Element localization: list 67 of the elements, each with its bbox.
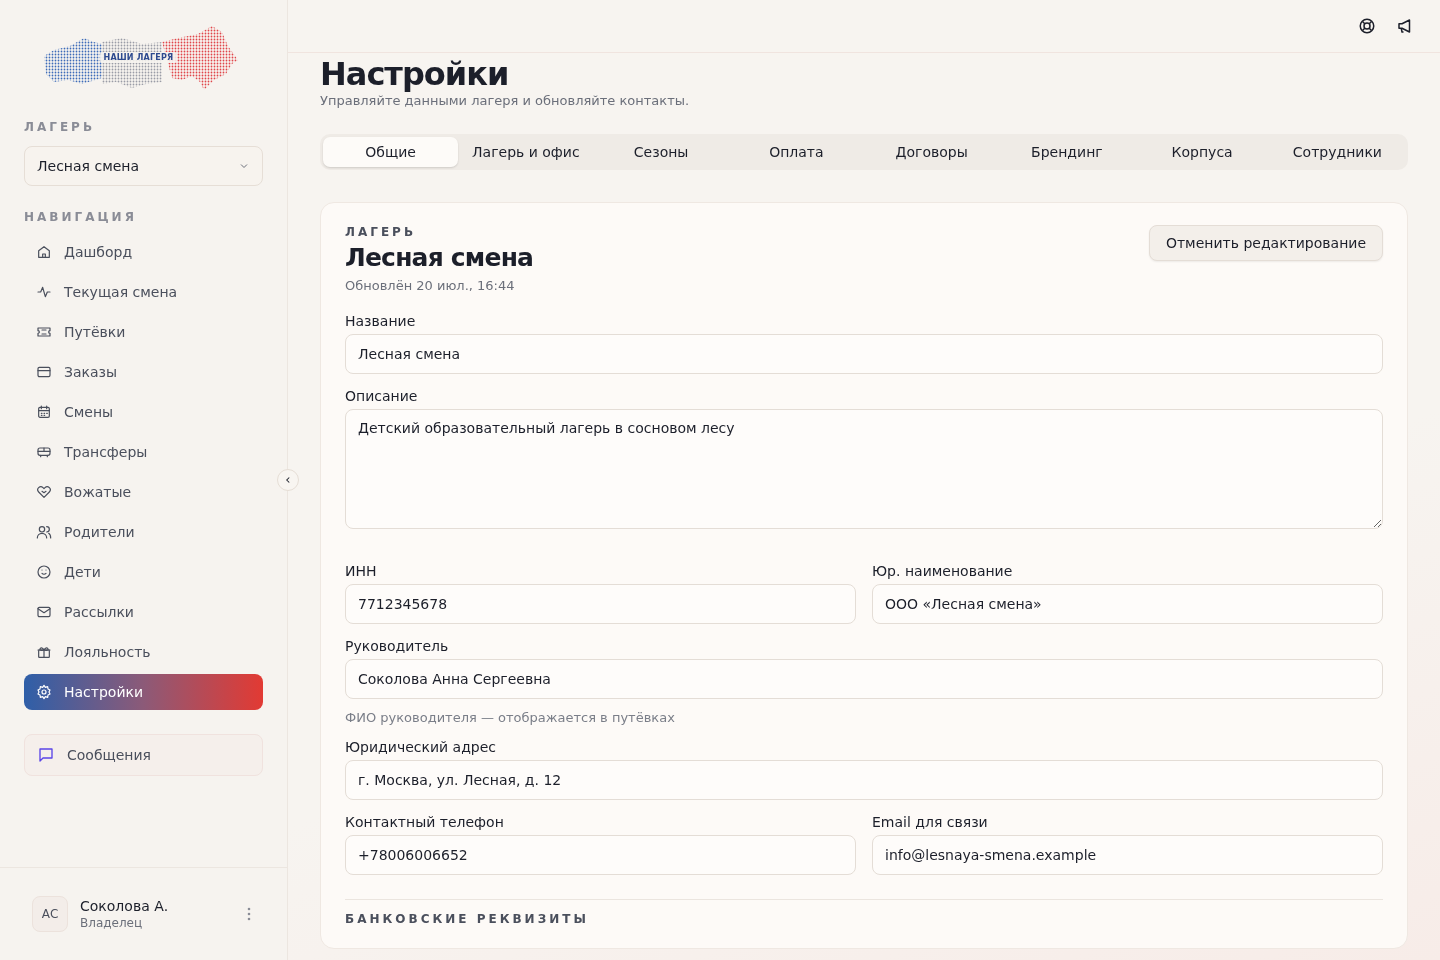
nav-item[interactable]: Вожатые bbox=[24, 474, 263, 510]
tab[interactable]: Общие bbox=[323, 137, 459, 167]
logo-text: НАШИ ЛАГЕРЯ bbox=[99, 52, 178, 63]
messages-button[interactable]: Сообщения bbox=[24, 734, 263, 776]
nav-item[interactable]: Лояльность bbox=[24, 634, 263, 670]
chat-icon bbox=[37, 746, 55, 764]
textarea-field[interactable]: Детский образовательный лагерь в сосновом лесу bbox=[345, 409, 1383, 529]
field-label: Руководитель bbox=[345, 638, 450, 654]
heart-icon bbox=[36, 484, 52, 500]
tab[interactable]: Брендинг bbox=[999, 137, 1135, 167]
page-subtitle: Управляйте данными лагеря и обновляйте контакты. bbox=[320, 93, 691, 108]
card-eyebrow: ЛАГЕРЬ bbox=[345, 225, 418, 239]
nav-item[interactable]: Трансферы bbox=[24, 434, 263, 470]
field-label: Email для связи bbox=[872, 814, 989, 830]
nav-item[interactable]: Заказы bbox=[24, 354, 263, 390]
input-field[interactable]: г. Москва, ул. Лесная, д. 12 bbox=[345, 760, 1383, 800]
tab[interactable]: Оплата bbox=[728, 137, 864, 167]
home-icon bbox=[36, 244, 52, 260]
bus-icon bbox=[36, 444, 52, 460]
section-heading: БАНКОВСКИЕ РЕКВИЗИТЫ bbox=[345, 912, 590, 926]
input-field[interactable]: info@lesnaya-smena.example bbox=[872, 835, 1383, 875]
nav-item[interactable]: Рассылки bbox=[24, 594, 263, 630]
tab[interactable]: Лагерь и офис bbox=[458, 137, 594, 167]
nav-item[interactable]: Настройки bbox=[24, 674, 263, 710]
people-icon bbox=[36, 524, 52, 540]
gift-icon bbox=[36, 644, 52, 660]
section-label: ЛАГЕРЬ bbox=[24, 120, 97, 134]
help-icon[interactable] bbox=[1358, 17, 1376, 35]
ticket-icon bbox=[36, 324, 52, 340]
tab[interactable]: Сотрудники bbox=[1269, 137, 1405, 167]
input-field[interactable]: Соколова Анна Сергеевна bbox=[345, 659, 1383, 699]
user-role: Владелец bbox=[80, 916, 144, 930]
field-label: Юр. наименование bbox=[872, 563, 1014, 579]
field-hint: ФИО руководителя — отображается в путёвках bbox=[345, 710, 676, 725]
nav-item[interactable]: Дашборд bbox=[24, 234, 263, 270]
nav-item[interactable]: Родители bbox=[24, 514, 263, 550]
tab[interactable]: Сезоны bbox=[593, 137, 729, 167]
card-icon bbox=[36, 364, 52, 380]
input-field[interactable]: 7712345678 bbox=[345, 584, 856, 624]
smile-icon bbox=[36, 564, 52, 580]
nav-item[interactable]: Смены bbox=[24, 394, 263, 430]
section-label: НАВИГАЦИЯ bbox=[24, 210, 138, 224]
page-title: Настройки bbox=[320, 55, 510, 93]
field-label: Название bbox=[345, 313, 417, 329]
nav-item[interactable]: Путёвки bbox=[24, 314, 263, 350]
camp-select[interactable]: Лесная смена bbox=[24, 146, 263, 186]
input-field[interactable]: +78006006652 bbox=[345, 835, 856, 875]
cancel-edit-button[interactable]: Отменить редактирование bbox=[1148, 225, 1383, 261]
nav-item[interactable]: Дети bbox=[24, 554, 263, 590]
nav-item[interactable]: Текущая смена bbox=[24, 274, 263, 310]
tab[interactable]: Договоры bbox=[864, 137, 1000, 167]
calendar-icon bbox=[36, 404, 52, 420]
mail-icon bbox=[36, 604, 52, 620]
input-field[interactable]: ООО «Лесная смена» bbox=[872, 584, 1383, 624]
field-label: Юридический адрес bbox=[345, 739, 498, 755]
field-label: ИНН bbox=[345, 563, 378, 579]
tab[interactable]: Корпуса bbox=[1134, 137, 1270, 167]
gear-icon bbox=[36, 684, 52, 700]
user-name: Соколова А. bbox=[80, 898, 170, 914]
more-icon[interactable] bbox=[247, 907, 251, 921]
updated-text: Обновлён 20 июл., 16:44 bbox=[345, 278, 516, 293]
field-label: Описание bbox=[345, 388, 419, 404]
input-field[interactable]: Лесная смена bbox=[345, 334, 1383, 374]
card-title: Лесная смена bbox=[345, 243, 534, 272]
field-label: Контактный телефон bbox=[345, 814, 505, 830]
avatar: АС bbox=[32, 896, 68, 932]
pulse-icon bbox=[36, 284, 52, 300]
